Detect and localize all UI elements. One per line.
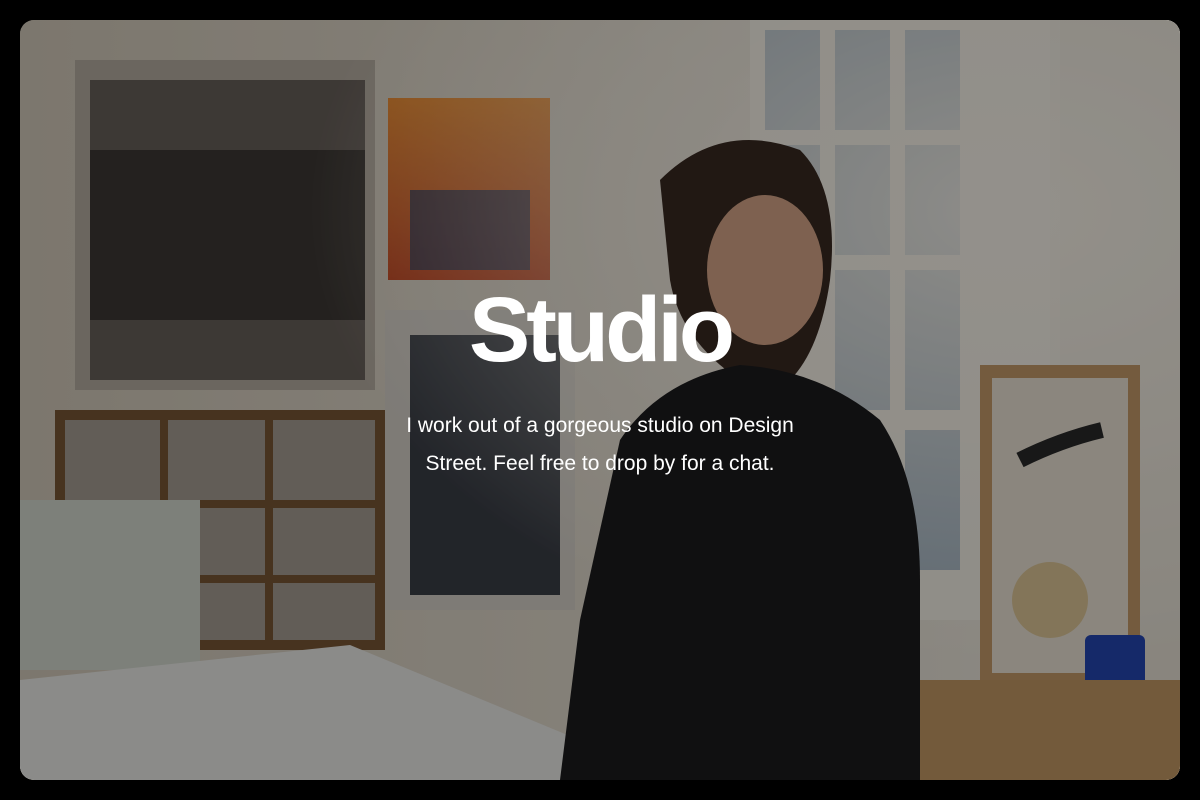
hero-title: Studio [468,279,735,381]
hero-content: Studio I work out of a gorgeous studio o… [20,275,1180,483]
hero-description: I work out of a gorgeous studio on Desig… [406,414,794,475]
hero-card: Studio I work out of a gorgeous studio o… [20,20,1180,780]
